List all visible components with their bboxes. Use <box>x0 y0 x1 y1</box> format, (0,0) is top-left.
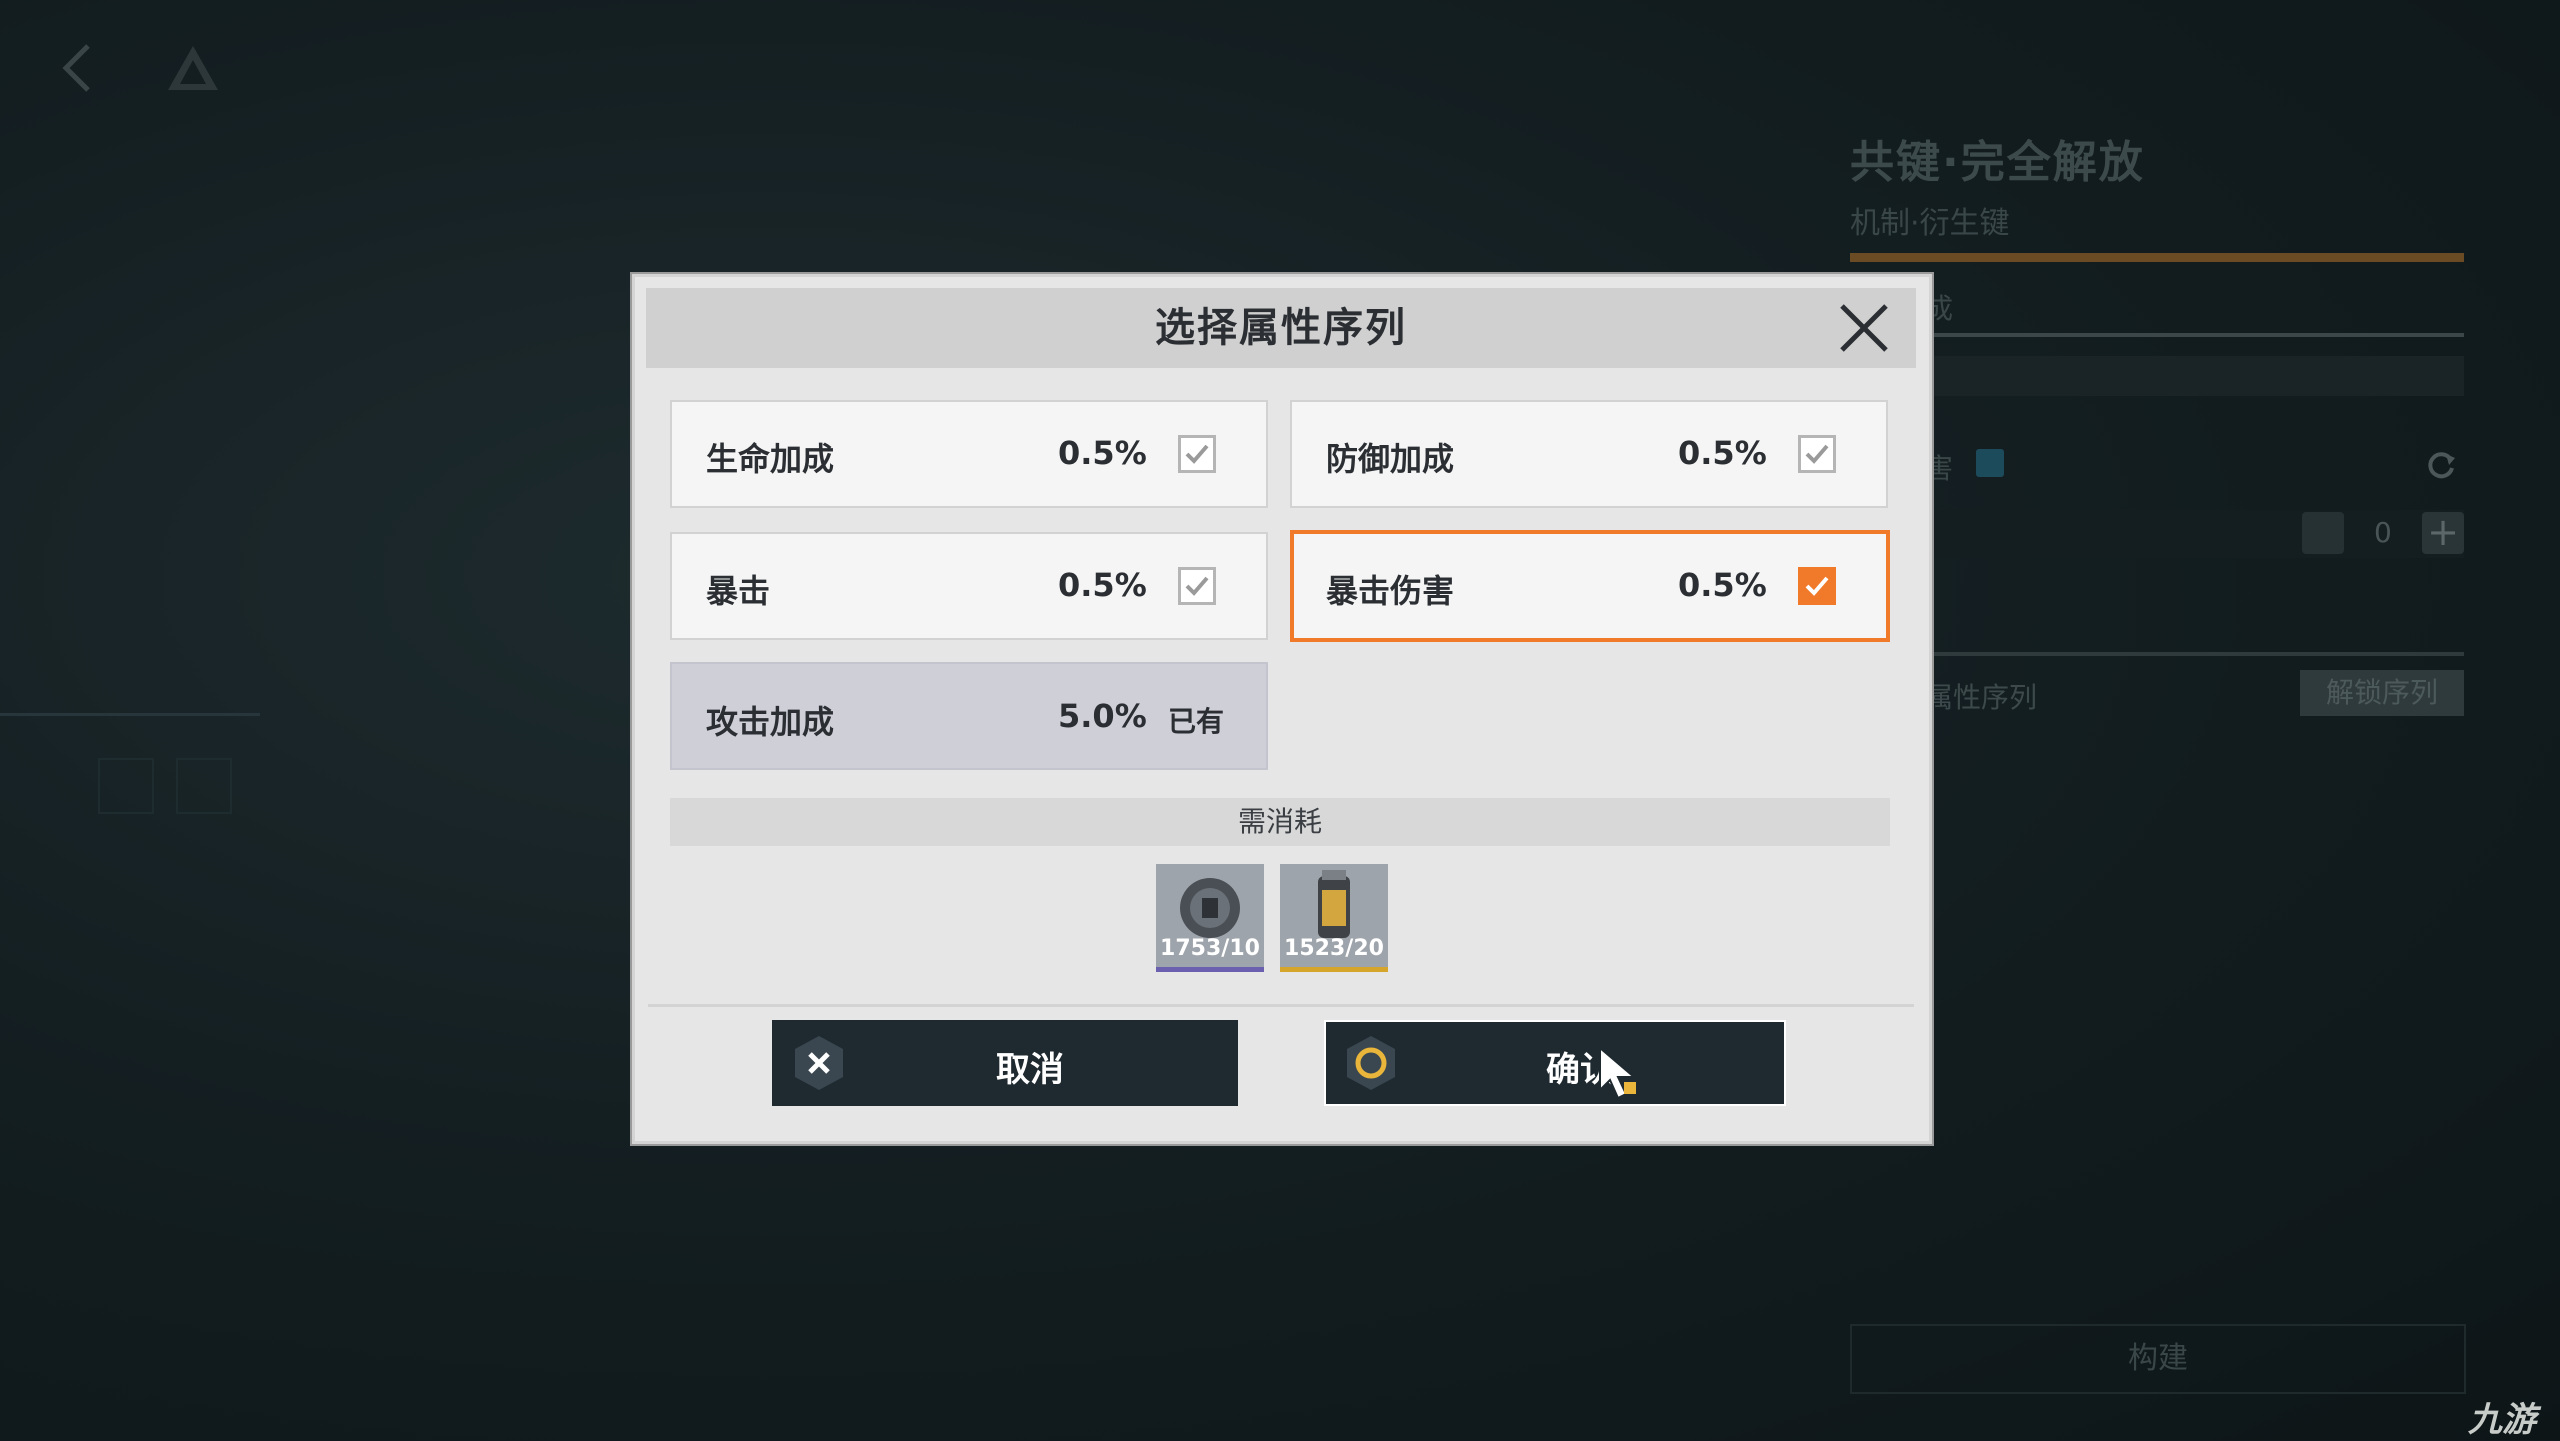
unlock-sequence-button[interactable]: 解锁序列 <box>2300 670 2464 716</box>
cost-label: 需消耗 <box>1237 805 1322 838</box>
material-item[interactable]: 1753/10 <box>1156 864 1264 972</box>
checkbox[interactable] <box>1178 435 1216 473</box>
panel-counter-row <box>1850 510 2464 558</box>
watermark: 九游 <box>2468 1400 2536 1440</box>
owned-tag: 已有 <box>1168 705 1225 738</box>
panel-divider <box>1850 652 2464 656</box>
option-value: 0.5% <box>1058 434 1147 472</box>
owned-value: 5.0% <box>1058 697 1147 735</box>
option-label: 暴击 <box>706 572 771 610</box>
material-item[interactable]: 1523/20 <box>1280 864 1388 972</box>
close-icon[interactable] <box>1838 302 1890 354</box>
option-label: 生命加成 <box>706 440 835 478</box>
build-button[interactable]: 构建 <box>1850 1324 2466 1394</box>
panel-subtitle: 机制·衍生键 <box>1850 206 2010 241</box>
item-count: 1523/20 <box>1284 936 1384 961</box>
confirm-circle-icon <box>1342 1034 1400 1092</box>
dialog-divider <box>648 1004 1914 1007</box>
cancel-label: 取消 <box>996 1050 1064 1090</box>
canister-icon <box>1318 870 1350 938</box>
item-count: 1753/10 <box>1160 936 1260 961</box>
option-value: 0.5% <box>1678 434 1767 472</box>
panel-title: 共键·完全解放 <box>1850 137 2145 188</box>
option-label: 暴击伤害 <box>1326 572 1455 610</box>
decor-frame <box>176 758 232 814</box>
panel-sequence-label: 属性序列 <box>1925 681 2038 714</box>
minus-button[interactable] <box>2302 512 2344 554</box>
decor-line <box>0 713 260 716</box>
panel-divider <box>1850 333 2464 337</box>
option-label: 防御加成 <box>1326 440 1455 478</box>
checkbox[interactable] <box>1178 567 1216 605</box>
owned-label: 攻击加成 <box>706 703 835 741</box>
panel-accent-bar <box>1850 253 2464 262</box>
mouse-cursor-icon <box>1596 1045 1644 1102</box>
decor-frame <box>98 758 154 814</box>
refresh-icon[interactable] <box>2424 448 2458 482</box>
upgrade-icon <box>1976 449 2004 477</box>
counter-value: 0 <box>2374 516 2392 549</box>
plus-button[interactable]: + <box>2422 512 2464 554</box>
cancel-x-icon <box>790 1034 848 1092</box>
coin-icon <box>1180 878 1240 938</box>
option-value: 0.5% <box>1678 566 1767 604</box>
option-value: 0.5% <box>1058 566 1147 604</box>
panel-row <box>1850 356 2464 396</box>
back-arrow-icon[interactable] <box>58 42 98 94</box>
checkbox-checked[interactable] <box>1798 567 1836 605</box>
checkbox[interactable] <box>1798 435 1836 473</box>
dialog-title: 选择属性序列 <box>1155 305 1407 351</box>
logo-icon <box>166 44 220 92</box>
